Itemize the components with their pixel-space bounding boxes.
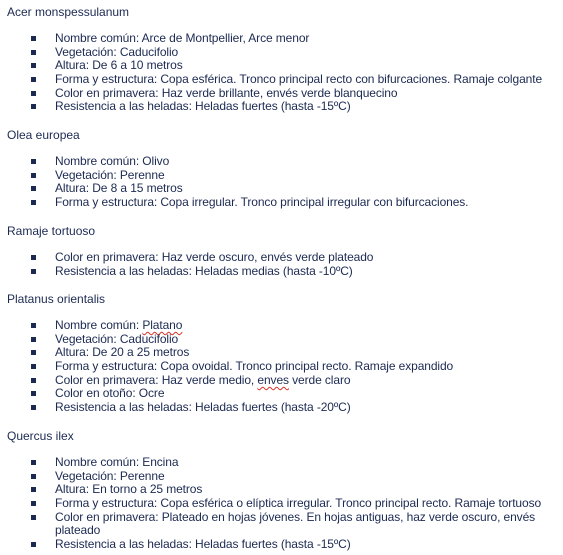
bullet-icon [31,36,36,41]
list-item: Resistencia a las heladas: Heladas fuert… [0,537,500,552]
section-title-platanus: Platanus orientalis [7,292,106,306]
bullet-icon [31,186,36,192]
list-item: Nombre común: Encina [0,455,500,470]
bullet-icon [31,350,36,356]
document: Acer monspessulanum Nombre común: Arce d… [0,0,563,555]
bullet-icon [31,49,36,55]
bullet-icon [31,364,36,370]
section-title-acer: Acer monspessulanum [7,5,130,19]
bullet-icon [31,104,36,110]
bullet-icon [31,159,36,164]
bullet-icon [31,391,36,397]
bullet-icon [31,90,36,96]
section-title-ramaje: Ramaje tortuoso [7,224,96,238]
list-item: Color en primavera: Plateado en hojas jó… [0,510,535,538]
list-quercus: Nombre común: Encina Vegetación: Perenne… [0,455,541,552]
bullet-icon [31,255,36,260]
bullet-icon [31,63,36,69]
bullet-icon [31,514,36,520]
bullet-icon [31,200,36,206]
bullet-icon [31,377,36,383]
bullet-icon [31,473,36,479]
bullet-icon [31,405,36,411]
spelling-error-word[interactable]: Platano [142,318,182,332]
bullet-icon [31,460,36,465]
list-item: Altura: En torno a 25 metros [0,483,500,497]
bullet-icon [31,268,36,274]
list-item: Vegetación: Perenne [0,469,500,484]
bullet-icon [31,172,36,178]
bullet-icon [31,501,36,507]
spelling-error-word[interactable]: enves [257,373,289,387]
section-title-quercus: Quercus ilex [7,429,74,443]
bullet-icon [31,487,36,493]
bullet-icon [31,77,36,83]
list-item: Forma y estructura: Copa esférica o elíp… [0,496,541,511]
bullet-icon [31,542,36,548]
bullet-icon [31,323,36,328]
section-title-olea: Olea europea [7,128,80,142]
bullet-icon [31,336,36,342]
